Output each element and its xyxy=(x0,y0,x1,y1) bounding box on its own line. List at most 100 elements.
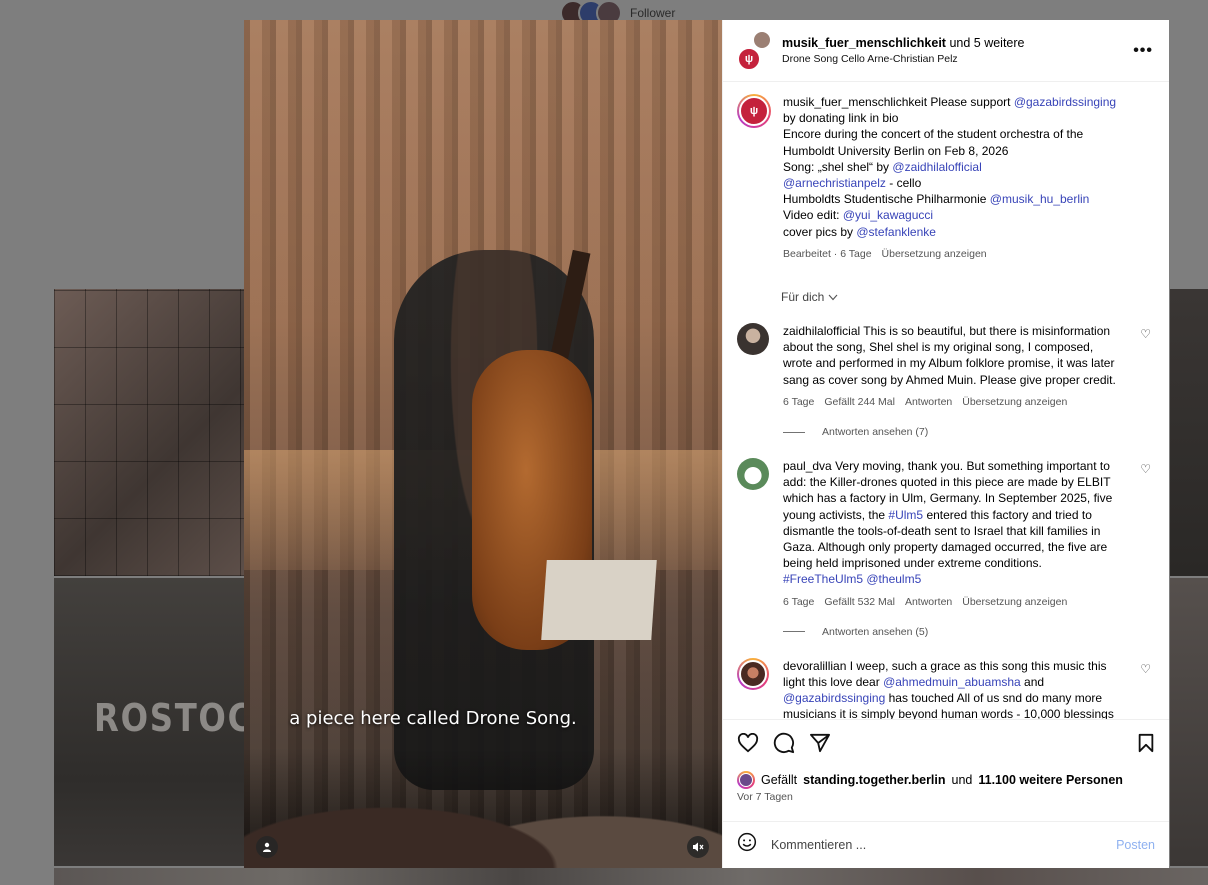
view-replies-label: Antworten ansehen (5) xyxy=(822,625,929,638)
divider xyxy=(783,631,805,633)
follower-label: Follower xyxy=(630,6,676,20)
header-text: musik_fuer_menschlichkeit und 5 weitere … xyxy=(782,36,1155,65)
comment-likes[interactable]: Gefällt 532 Mal xyxy=(824,594,895,610)
comment-icon[interactable] xyxy=(773,732,795,758)
avatar[interactable] xyxy=(737,657,769,690)
brand-logo-icon: ψ xyxy=(744,52,754,65)
caption-username[interactable]: musik_fuer_menschlichkeit xyxy=(783,95,927,109)
heart-icon[interactable] xyxy=(737,732,759,757)
view-replies-button[interactable]: Antworten ansehen (5) xyxy=(783,626,1155,638)
grid-post-tile[interactable] xyxy=(54,289,244,576)
comment-sort-dropdown[interactable]: Für dich xyxy=(781,290,1155,304)
author-username[interactable]: musik_fuer_menschlichkeit xyxy=(782,36,946,50)
comment: devoralillian I weep, such a grace as th… xyxy=(737,657,1155,719)
heart-icon[interactable]: ♡ xyxy=(1140,662,1151,676)
view-replies-button[interactable]: Antworten ansehen (7) xyxy=(783,426,1155,438)
hashtag-link[interactable]: #FreeTheUlm5 xyxy=(783,572,863,586)
comments-panel: ψ musik_fuer_menschlichkeit Please suppo… xyxy=(723,82,1169,719)
caption-text-part: Encore during the concert of the student… xyxy=(783,127,1084,158)
hashtag-link[interactable]: #Ulm5 xyxy=(888,508,923,522)
reply-button[interactable]: Antworten xyxy=(905,394,952,410)
comment-age: 6 Tage xyxy=(783,395,815,408)
comment-username[interactable]: paul_dva xyxy=(783,459,832,473)
liker-username[interactable]: standing.together.berlin xyxy=(803,773,945,787)
action-bar xyxy=(723,719,1169,769)
caption-text: musik_fuer_menschlichkeit Please support… xyxy=(783,94,1155,262)
video-music-stand xyxy=(541,560,657,640)
mention-link[interactable]: @arnechristianpelz xyxy=(783,176,886,190)
view-replies-label: Antworten ansehen (7) xyxy=(822,426,929,439)
post-date: Vor 7 Tagen xyxy=(737,791,793,803)
muted-speaker-icon[interactable] xyxy=(687,836,709,858)
bookmark-icon[interactable] xyxy=(1137,733,1155,757)
comment-input[interactable] xyxy=(771,838,1117,852)
likes-count[interactable]: 11.100 weitere Personen xyxy=(978,773,1123,787)
comment-body: paul_dva Very moving, thank you. But som… xyxy=(783,458,1155,610)
reply-button[interactable]: Antworten xyxy=(905,594,952,610)
comment-body: devoralillian I weep, such a grace as th… xyxy=(783,658,1155,719)
comment-username[interactable]: devoralillian xyxy=(783,659,846,673)
avatar xyxy=(753,30,771,49)
comment-composer: Posten xyxy=(723,821,1169,868)
author-avatars[interactable]: ψ xyxy=(737,30,771,71)
mention-link[interactable]: @musik_hu_berlin xyxy=(990,192,1090,206)
mention-link[interactable]: @theulm5 xyxy=(866,572,921,586)
caption-text-part: Humboldts Studentische Philharmonie xyxy=(783,192,987,207)
heart-icon[interactable]: ♡ xyxy=(1140,327,1151,341)
emoji-icon[interactable] xyxy=(737,832,757,858)
tile-text: ROSTOCK xyxy=(94,696,244,740)
caption-text-part: cover pics by xyxy=(783,224,854,239)
edited-timestamp: Bearbeitet · 6 Tage xyxy=(783,247,872,260)
likes-summary: Gefällt standing.together.berlin und 11.… xyxy=(723,769,1169,791)
mention-link[interactable]: @stefanklenke xyxy=(856,225,936,239)
comment-age: 6 Tage xyxy=(783,595,815,608)
caption-text-part: - cello xyxy=(889,176,922,191)
mention-link[interactable]: @ahmedmuin_abuamsha xyxy=(883,675,1021,689)
mention-link[interactable]: @yui_kawagucci xyxy=(843,208,933,222)
sort-label: Für dich xyxy=(781,290,825,305)
comment-likes[interactable]: Gefällt 244 Mal xyxy=(824,394,895,410)
likes-middle: und xyxy=(951,773,973,787)
comment-meta: 6 Tage Gefällt 532 Mal Antworten Überset… xyxy=(783,594,1125,610)
comment-meta: 6 Tage Gefällt 244 Mal Antworten Überset… xyxy=(783,394,1125,410)
comment-username[interactable]: zaidhilalofficial xyxy=(783,324,860,338)
comment-text: and xyxy=(1024,675,1045,690)
chevron-down-icon xyxy=(828,290,838,304)
translate-button[interactable]: Übersetzung anzeigen xyxy=(882,246,987,262)
caption-text-part: Please support xyxy=(930,95,1011,109)
translate-button[interactable]: Übersetzung anzeigen xyxy=(962,594,1067,610)
user-icon[interactable] xyxy=(256,836,278,858)
likes-prefix: Gefällt xyxy=(761,773,798,787)
avatar[interactable] xyxy=(737,458,769,491)
grid-post-tile[interactable] xyxy=(1170,578,1208,866)
post-header: ψ musik_fuer_menschlichkeit und 5 weiter… xyxy=(723,20,1169,82)
video-player[interactable]: a piece here called Drone Song. xyxy=(244,20,722,868)
mention-link[interactable]: @gazabirdssinging xyxy=(783,691,885,705)
avatar[interactable]: ψ xyxy=(737,94,771,128)
author-line: musik_fuer_menschlichkeit und 5 weitere xyxy=(782,36,1155,50)
mention-link[interactable]: @gazabirdssinging xyxy=(1014,95,1116,109)
comment-body: zaidhilalofficial This is so beautiful, … xyxy=(783,323,1155,410)
audio-subtitle[interactable]: Drone Song Cello Arne-Christian Pelz xyxy=(782,53,1155,65)
post-modal: a piece here called Drone Song. ψ musik_… xyxy=(244,20,1169,868)
video-subtitle: a piece here called Drone Song. xyxy=(289,708,577,729)
avatar[interactable] xyxy=(737,323,769,356)
avatar[interactable] xyxy=(737,771,755,789)
caption-text-part: Song: „shel shel“ by xyxy=(783,159,890,174)
comment: paul_dva Very moving, thank you. But som… xyxy=(737,458,1155,610)
grid-post-tile[interactable] xyxy=(1170,289,1208,576)
comment: zaidhilalofficial This is so beautiful, … xyxy=(737,323,1155,410)
avatar: ψ xyxy=(737,46,761,71)
post-comment-button[interactable]: Posten xyxy=(1116,838,1155,852)
grid-post-tile[interactable]: ROSTOCK xyxy=(54,578,244,866)
caption-meta: Bearbeitet · 6 Tage Übersetzung anzeigen xyxy=(783,246,1125,262)
post-caption: ψ musik_fuer_menschlichkeit Please suppo… xyxy=(737,94,1155,262)
send-icon[interactable] xyxy=(809,733,831,757)
caption-text-part: by donating link in bio xyxy=(783,111,899,126)
translate-button[interactable]: Übersetzung anzeigen xyxy=(962,394,1067,410)
mention-link[interactable]: @zaidhilalofficial xyxy=(892,160,981,174)
heart-icon[interactable]: ♡ xyxy=(1140,462,1151,476)
video-audience xyxy=(244,748,722,868)
more-options-icon[interactable]: ••• xyxy=(1133,42,1153,60)
coauthors-link[interactable]: und 5 weitere xyxy=(949,36,1024,50)
